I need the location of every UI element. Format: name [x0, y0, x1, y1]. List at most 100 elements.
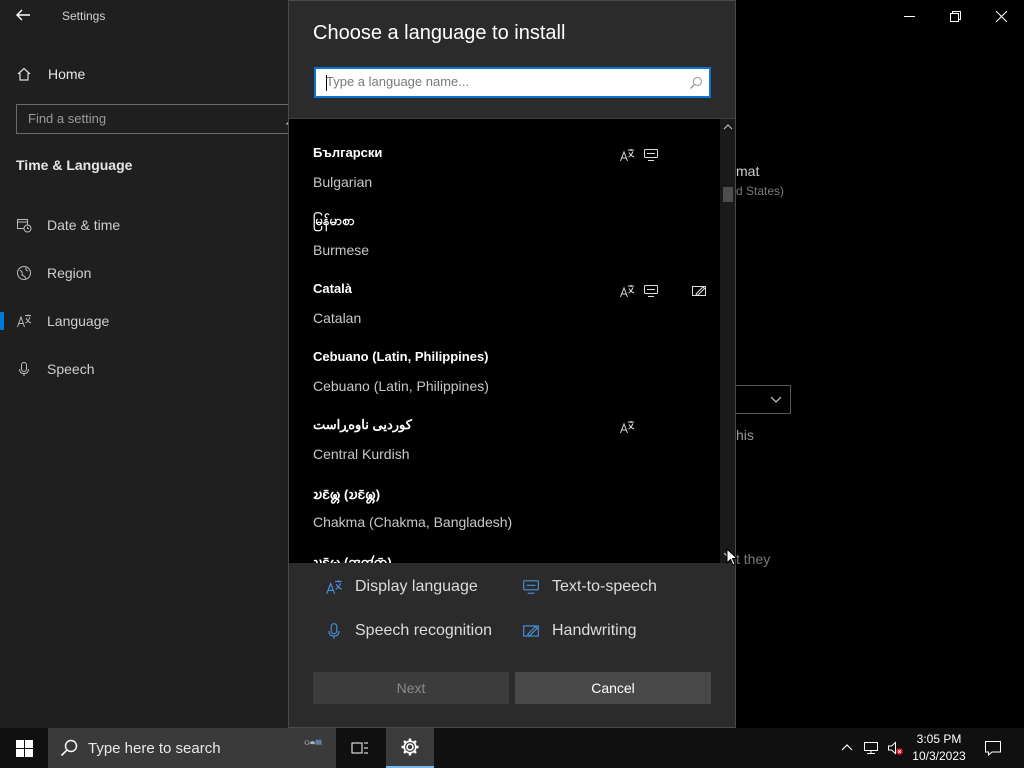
task-view-button[interactable]	[342, 728, 378, 768]
language-native-name: Български	[313, 145, 383, 160]
sidebar-item-label: Speech	[47, 361, 95, 377]
scroll-thumb[interactable]	[723, 187, 733, 202]
globe-icon	[17, 266, 31, 280]
clock-time: 3:05 PM	[916, 732, 962, 746]
display-language-icon	[619, 283, 635, 299]
background-this-fragment: his	[736, 427, 754, 443]
legend-label: Handwriting	[552, 622, 637, 639]
gear-icon	[401, 738, 419, 756]
minimize-icon	[903, 15, 915, 17]
close-icon	[995, 10, 1007, 22]
clock-date: 10/3/2023	[912, 749, 966, 763]
language-search-box[interactable]	[314, 67, 711, 98]
windows-logo-icon	[15, 739, 33, 757]
next-button[interactable]: Next	[313, 672, 509, 704]
display-language-icon	[619, 147, 635, 163]
sidebar-item-label: Region	[47, 265, 92, 281]
language-item-central-kurdish[interactable]: کوردیی ناوەڕاست Central Kurdish	[289, 407, 719, 475]
notification-icon	[985, 741, 1001, 757]
cancel-button[interactable]: Cancel	[515, 672, 711, 704]
back-button[interactable]	[14, 6, 36, 28]
search-icon	[690, 76, 703, 89]
speaker-muted-icon	[888, 741, 903, 755]
legend-label: Display language	[355, 578, 478, 595]
language-english-name: Chakma (Chakma, Bangladesh)	[313, 514, 513, 530]
minimize-button[interactable]	[886, 0, 932, 32]
section-title: Time & Language	[16, 157, 133, 173]
language-native-name: کوردیی ناوەڕاست	[313, 417, 412, 432]
language-item-burmese[interactable]: မြန်မာစာ Burmese	[289, 203, 719, 271]
taskbar-settings-app[interactable]	[386, 728, 434, 768]
volume-button[interactable]	[884, 728, 906, 768]
home-icon	[17, 67, 31, 81]
display-language-icon	[619, 419, 635, 435]
sidebar-item-date-time[interactable]: Date & time	[0, 207, 288, 243]
legend-handwriting: Handwriting	[522, 620, 636, 642]
mouse-cursor-icon	[726, 548, 738, 566]
language-english-name: Burmese	[313, 242, 370, 258]
language-item-catalan[interactable]: Català Catalan	[289, 271, 719, 339]
text-caret	[326, 75, 327, 91]
sidebar-item-label: Language	[47, 313, 110, 329]
home-link[interactable]: Home	[16, 64, 85, 84]
language-english-name: Central Kurdish	[313, 446, 410, 462]
app-title: Settings	[62, 9, 106, 23]
language-native-name: 𑄌𑄋𑄴𑄟𑄳𑄦 (𑄌𑄋𑄴𑄟𑄳𑄦)	[313, 487, 381, 502]
sidebar-item-speech[interactable]: Speech	[0, 351, 288, 387]
language-item-chakma-bangladesh[interactable]: 𑄌𑄋𑄴𑄟𑄳𑄦 (𑄌𑄋𑄴𑄟𑄳𑄦) Chakma (Chakma, Banglade…	[289, 475, 719, 543]
language-native-name: မြန်မာစာ	[313, 213, 355, 228]
window-controls	[886, 0, 1024, 32]
legend-speech-recognition: Speech recognition	[325, 620, 492, 642]
back-arrow-icon	[16, 9, 30, 21]
handwriting-icon	[523, 625, 539, 637]
find-setting-input[interactable]	[17, 105, 289, 132]
sidebar-item-label: Date & time	[47, 217, 121, 233]
language-native-name: 𑄌𑄋𑄴𑄟𑄳𑄦 (𑄞𑄢𑄧𑄖𑄴)	[313, 555, 392, 563]
language-search-input[interactable]	[316, 69, 676, 94]
calendar-clock-icon	[17, 219, 32, 233]
language-english-name: Bulgarian	[313, 174, 373, 190]
language-english-name: Catalan	[313, 310, 362, 326]
restore-button[interactable]	[932, 0, 978, 32]
text-to-speech-icon	[643, 147, 659, 163]
sidebar-item-region[interactable]: Region	[0, 255, 288, 291]
restore-icon	[949, 10, 961, 22]
network-icon	[864, 742, 878, 754]
language-list: Български Bulgarian မြန်မာစာ Burmese Cat…	[289, 119, 735, 563]
display-language-icon	[326, 580, 343, 594]
taskbar-clock[interactable]: 3:05 PM 10/3/2023	[906, 731, 972, 765]
home-label: Home	[48, 66, 86, 82]
text-to-speech-icon	[523, 580, 539, 594]
background-format-fragment: mat	[736, 163, 760, 179]
text-to-speech-icon	[643, 283, 659, 299]
taskbar-search-box[interactable]: Type here to search	[48, 728, 336, 768]
handwriting-icon	[691, 283, 707, 299]
language-english-name: Cebuano (Latin, Philippines)	[313, 378, 489, 394]
language-item-bulgarian[interactable]: Български Bulgarian	[289, 135, 719, 203]
dialog-title: Choose a language to install	[313, 22, 566, 44]
language-native-name: Cebuano (Latin, Philippines)	[313, 349, 489, 364]
show-hidden-icons-button[interactable]	[838, 728, 856, 768]
microphone-icon	[19, 362, 29, 376]
action-center-button[interactable]	[978, 728, 1008, 768]
chevron-up-icon	[841, 744, 853, 751]
settings-sidebar: Settings Home Time & Language Date & tim…	[0, 0, 306, 728]
find-setting-box[interactable]	[16, 104, 306, 134]
background-region-fragment: d States)	[736, 184, 785, 198]
scroll-up-arrow-icon[interactable]	[723, 122, 733, 132]
language-list-scrollbar[interactable]	[720, 119, 735, 563]
legend-label: Text-to-speech	[552, 578, 657, 595]
start-button[interactable]	[0, 728, 48, 768]
microphone-icon	[328, 623, 340, 639]
language-item-chakma-india[interactable]: 𑄌𑄋𑄴𑄟𑄳𑄦 (𑄞𑄢𑄧𑄖𑄴)	[289, 543, 719, 563]
network-button[interactable]	[861, 728, 881, 768]
language-native-name: Català	[313, 281, 353, 296]
close-button[interactable]	[978, 0, 1024, 32]
taskbar: Type here to search 3:05 PM 10/3/2023	[0, 728, 1024, 768]
choose-language-dialog: Choose a language to install Български B…	[288, 0, 736, 728]
language-item-cebuano[interactable]: Cebuano (Latin, Philippines) Cebuano (La…	[289, 339, 719, 407]
sidebar-item-language[interactable]: Language	[0, 303, 288, 339]
language-icon	[17, 314, 32, 328]
search-icon	[60, 739, 78, 757]
background-dropdown[interactable]	[735, 385, 791, 414]
